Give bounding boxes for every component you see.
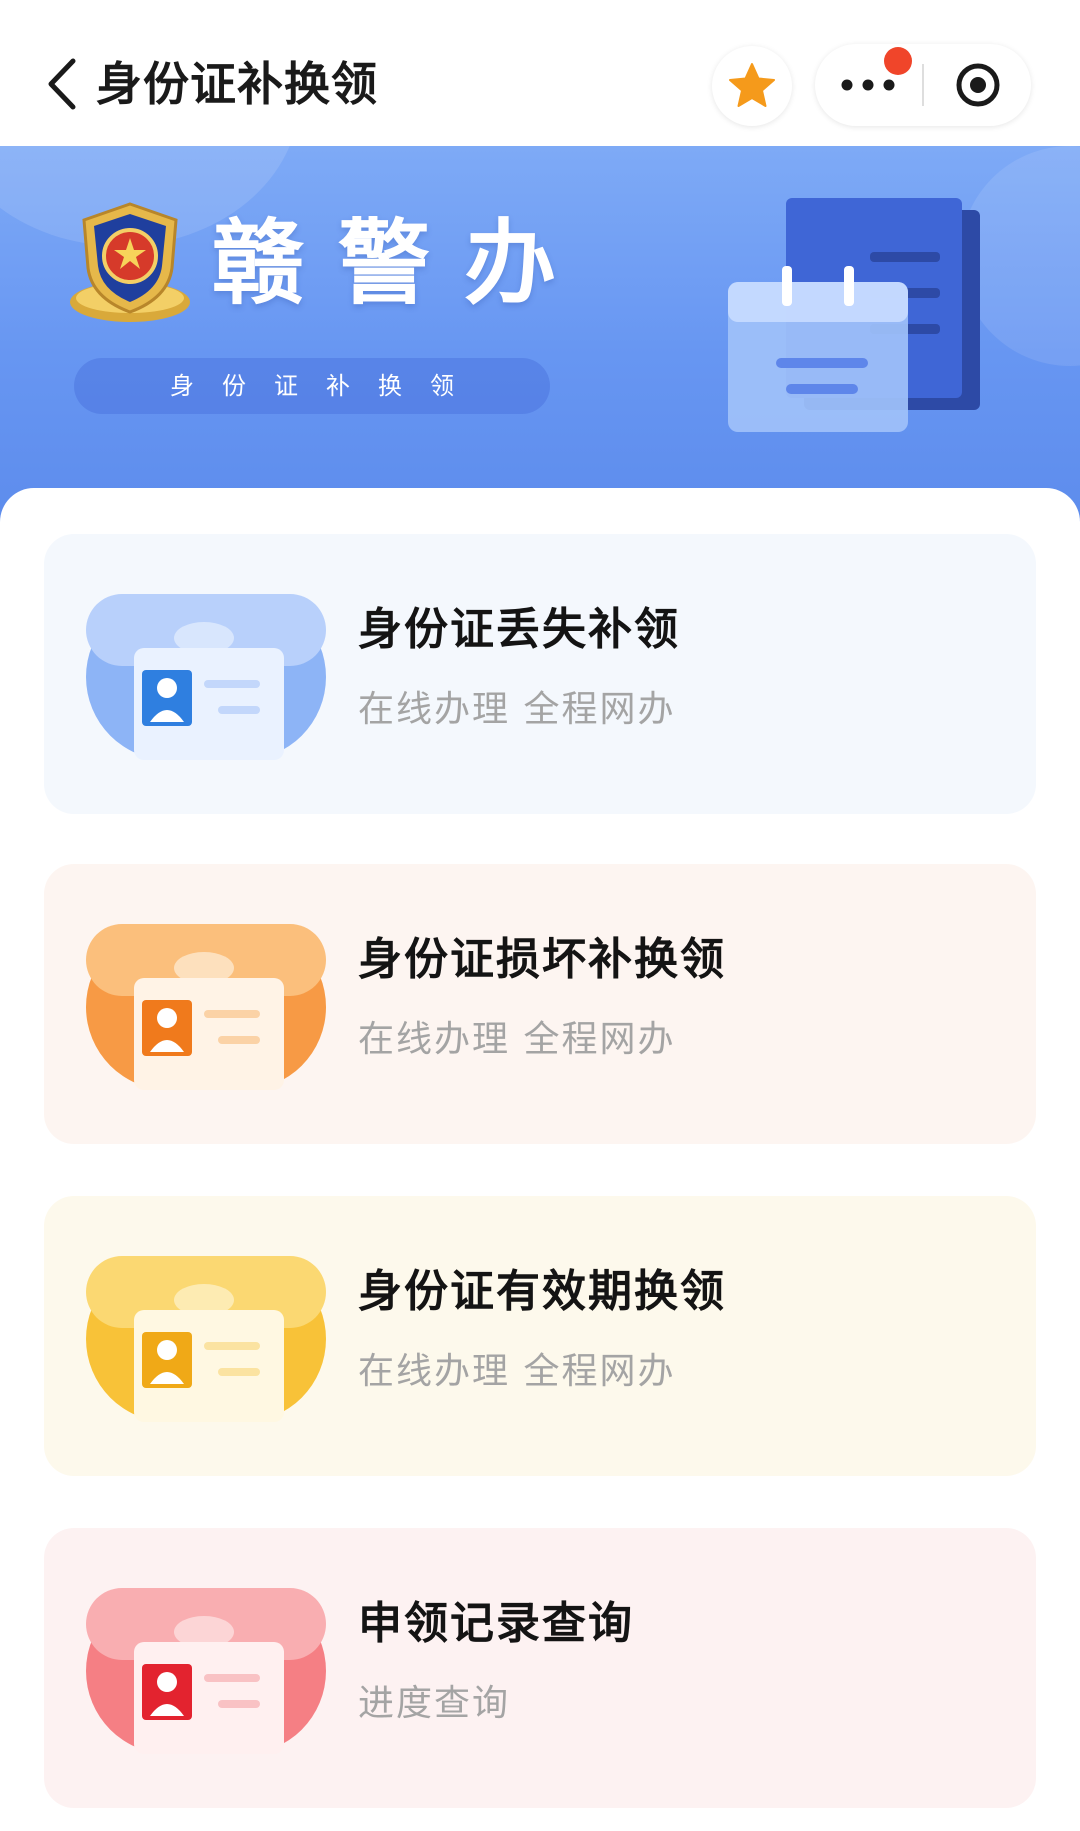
mini-program-capsule	[815, 44, 1031, 126]
police-badge-icon	[70, 202, 190, 322]
page-title: 身份证补换领	[96, 57, 378, 111]
target-close-icon	[956, 63, 1000, 107]
nav-bar: 身份证补换领	[0, 0, 1080, 146]
service-title: 身份证有效期换领	[358, 1266, 726, 1317]
service-title: 申领记录查询	[358, 1598, 634, 1649]
page: 身份证补换领 赣警办 身份证补换领 身份证丢失补领 在线办理 全程网办 身份证损…	[0, 0, 1080, 1831]
service-subtitle: 在线办理 全程网办	[358, 1351, 676, 1392]
service-card-expired-id[interactable]: 身份证有效期换领 在线办理 全程网办	[44, 1196, 1036, 1476]
capsule-divider	[922, 64, 924, 106]
service-list: 身份证丢失补领 在线办理 全程网办 身份证损坏补换领 在线办理 全程网办 身份证…	[0, 488, 1080, 1831]
brand-name: 赣警办	[212, 209, 591, 317]
service-title: 身份证丢失补领	[358, 604, 680, 655]
favorite-button[interactable]	[712, 46, 792, 126]
service-subtitle: 在线办理 全程网办	[358, 1019, 676, 1060]
service-card-lost-id[interactable]: 身份证丢失补领 在线办理 全程网办	[44, 534, 1036, 814]
back-button[interactable]	[40, 54, 84, 114]
service-subtitle: 在线办理 全程网办	[358, 689, 676, 730]
service-title: 身份证损坏补换领	[358, 934, 726, 985]
id-card-icon	[86, 924, 326, 1090]
id-card-icon	[86, 594, 326, 760]
calendar-document-icon	[728, 198, 980, 432]
banner-subtitle: 身份证补换领	[74, 358, 550, 414]
star-icon	[729, 63, 775, 107]
notification-dot	[884, 47, 912, 75]
banner: 赣警办 身份证补换领	[0, 146, 1080, 526]
close-mini-program-button[interactable]	[925, 44, 1031, 126]
service-card-application-records[interactable]: 申领记录查询 进度查询	[44, 1528, 1036, 1808]
service-card-damaged-id[interactable]: 身份证损坏补换领 在线办理 全程网办	[44, 864, 1036, 1144]
id-card-icon	[86, 1588, 326, 1754]
more-dots-icon	[841, 79, 895, 91]
id-card-icon	[86, 1256, 326, 1422]
chevron-left-icon	[48, 58, 76, 110]
service-subtitle: 进度查询	[358, 1683, 511, 1724]
